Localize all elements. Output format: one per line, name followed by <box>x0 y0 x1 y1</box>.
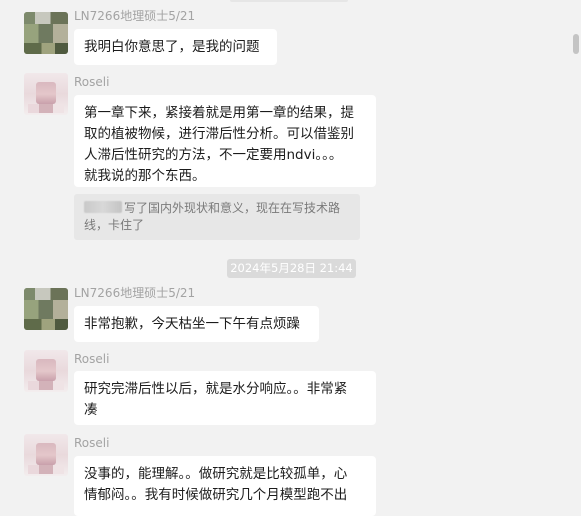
sender-name: LN7266地理硕士5/21 <box>74 286 196 300</box>
chat-message-list[interactable]: LN7266地理硕士5/21 我明白你意思了，是我的问题 Roseli 第一章下… <box>0 0 570 516</box>
message-text: 取的植被物候，进行滞后性分析。可以借鉴别 <box>84 126 354 142</box>
vertical-scrollbar[interactable] <box>570 0 581 507</box>
landscape-avatar-icon[interactable] <box>24 288 68 330</box>
message-text: 第一章下来，紧接着就是用第一章的结果，提 <box>84 105 354 121</box>
scrollbar-thumb[interactable] <box>573 34 579 54</box>
previous-content-edge <box>230 0 348 2</box>
message-text: 非常抱歉，今天枯坐一下午有点烦躁 <box>84 316 300 332</box>
message-bubble[interactable]: 没事的，能理解。。做研究就是比较孤单，心 情郁闷。。我有时候做研究几个月模型跑不… <box>74 456 376 516</box>
person-avatar-icon[interactable] <box>24 73 68 115</box>
landscape-avatar-icon[interactable] <box>24 12 68 54</box>
person-avatar-icon[interactable] <box>24 350 68 392</box>
message-text: 人滞后性研究的方法，不一定要用ndvi。。。 <box>84 147 343 163</box>
quote-text: 写了国内外现状和意义，现在在写技术路 <box>124 201 341 215</box>
message-text: 情郁闷。。我有时候做研究几个月模型跑不出 <box>84 487 348 503</box>
message-text: 研究完滞后性以后，就是水分响应。。非常紧 <box>84 381 348 397</box>
message-text: 凑 <box>84 402 98 418</box>
sender-name: LN7266地理硕士5/21 <box>74 9 196 23</box>
sender-name: Roseli <box>74 352 110 366</box>
quote-text: 线，卡住了 <box>84 218 145 232</box>
message-bubble[interactable]: 研究完滞后性以后，就是水分响应。。非常紧 凑 <box>74 371 376 425</box>
person-avatar-icon[interactable] <box>24 434 68 476</box>
quoted-message[interactable]: 写了国内外现状和意义，现在在写技术路 线，卡住了 <box>74 194 360 240</box>
timestamp-divider: 2024年5月28日 21:44 <box>227 259 356 278</box>
message-bubble[interactable]: 第一章下来，紧接着就是用第一章的结果，提 取的植被物候，进行滞后性分析。可以借鉴… <box>74 95 376 187</box>
message-bubble[interactable]: 非常抱歉，今天枯坐一下午有点烦躁 <box>74 306 319 342</box>
message-text: 没事的，能理解。。做研究就是比较孤单，心 <box>84 466 348 482</box>
message-text: 我明白你意思了，是我的问题 <box>84 39 260 55</box>
sender-name: Roseli <box>74 436 110 450</box>
message-bubble[interactable]: 我明白你意思了，是我的问题 <box>74 29 277 65</box>
redacted-name <box>84 201 122 213</box>
sender-name: Roseli <box>74 75 110 89</box>
message-text: 就我说的那个东西。 <box>84 168 206 184</box>
